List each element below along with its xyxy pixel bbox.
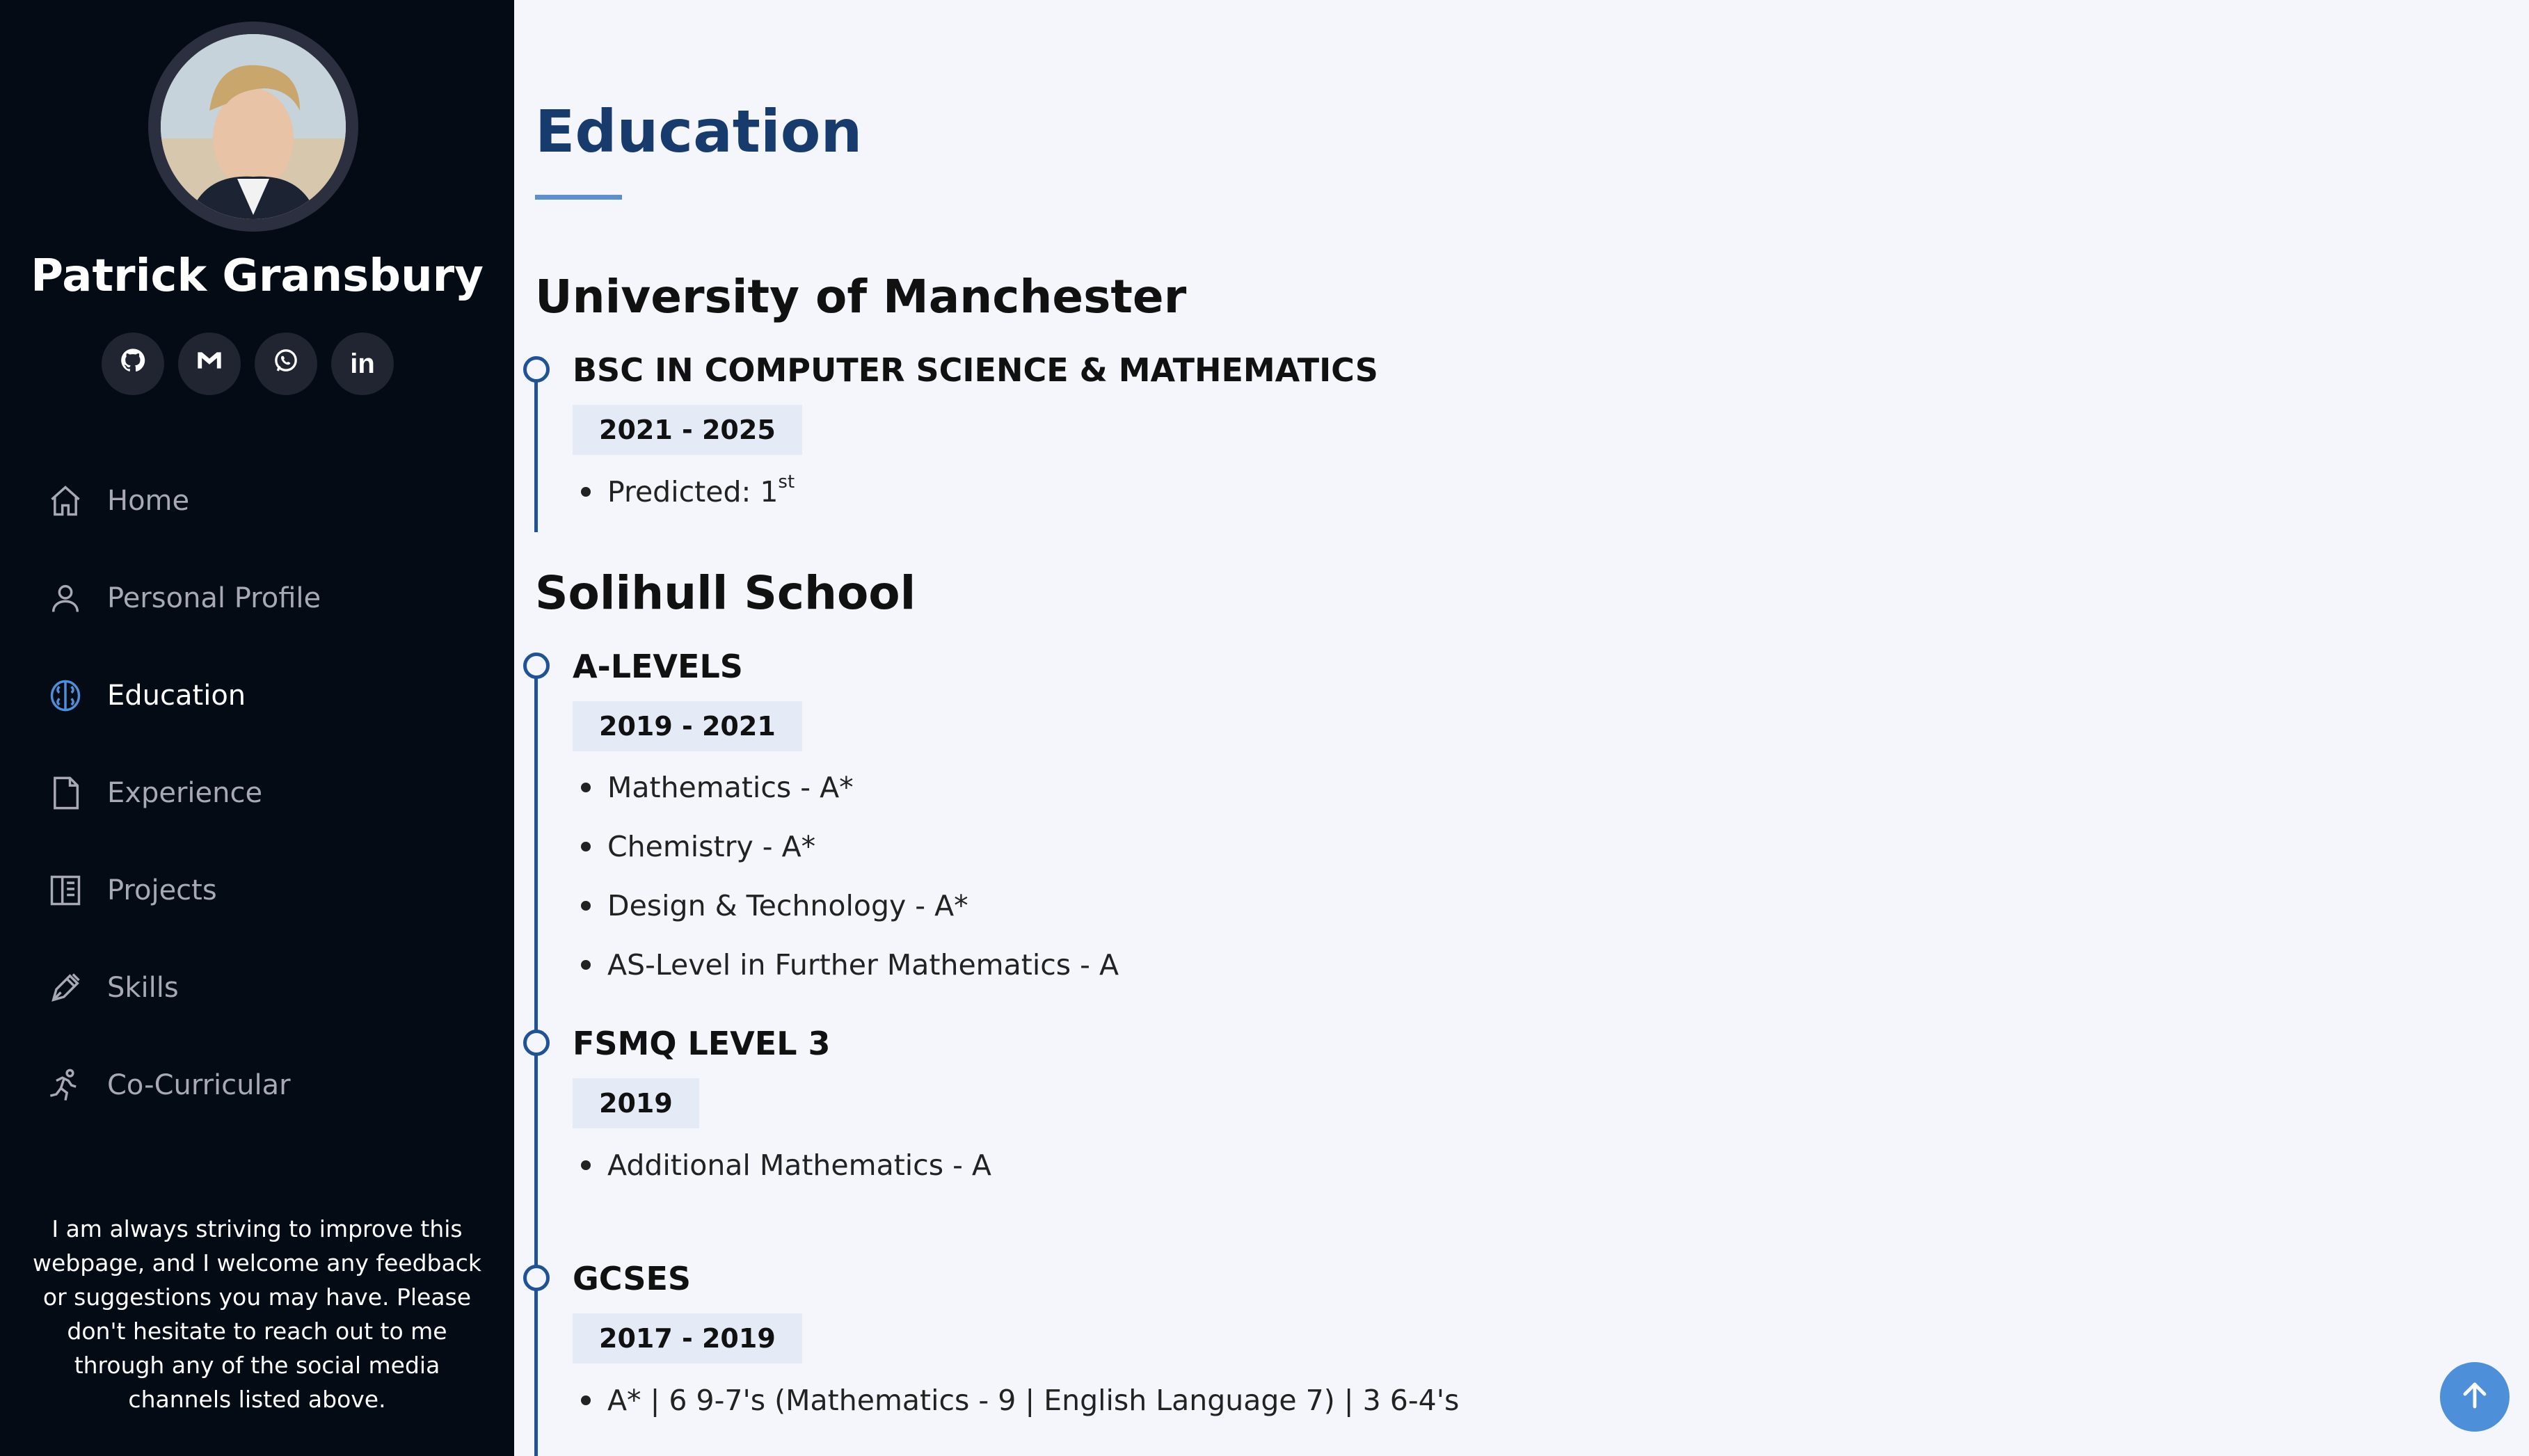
main-nav: Home Personal Profile Education Experien…	[0, 452, 514, 1134]
nav-item-label: Projects	[107, 874, 217, 906]
nav-item-label: Education	[107, 680, 246, 712]
list-item: A* | 6 9-7's (Mathematics - 9 | English …	[581, 1384, 1459, 1417]
timeline-dot	[523, 1030, 550, 1056]
gmail-icon	[196, 346, 223, 381]
github-icon	[119, 346, 147, 381]
date-badge: 2019	[573, 1078, 699, 1128]
brain-icon	[46, 676, 85, 715]
avatar	[161, 34, 346, 219]
list-item-text: Mathematics - A*	[607, 771, 854, 804]
nav-item-label: Personal Profile	[107, 582, 321, 614]
timeline-dot	[523, 653, 550, 679]
date-badge: 2017 - 2019	[573, 1313, 802, 1363]
profile-name: Patrick Gransbury	[31, 250, 484, 302]
list-item-text: Design & Technology - A*	[607, 889, 968, 922]
qualification-title: BSc in Computer Science & Mathematics	[573, 351, 1378, 389]
nav-item-label: Skills	[107, 972, 179, 1004]
list-item-text: A* | 6 9-7's (Mathematics - 9 | English …	[607, 1384, 1460, 1417]
linkedin-icon: in	[350, 348, 375, 379]
list-item: Design & Technology - A*	[581, 889, 968, 922]
book-icon	[46, 871, 85, 910]
house-icon	[46, 481, 85, 520]
nav-item-projects[interactable]: Projects	[0, 842, 514, 939]
nav-item-label: Experience	[107, 777, 263, 809]
timeline-line	[534, 369, 538, 532]
pen-icon	[46, 968, 85, 1007]
gmail-link[interactable]	[178, 333, 241, 395]
document-icon	[46, 774, 85, 813]
ordinal-suffix: st	[778, 472, 795, 493]
timeline-dot	[523, 1265, 550, 1291]
nav-item-education[interactable]: Education	[0, 647, 514, 744]
qualification-title: GCSEs	[573, 1260, 692, 1297]
date-badge: 2021 - 2025	[573, 405, 802, 455]
back-to-top-button[interactable]	[2440, 1362, 2510, 1432]
nav-item-experience[interactable]: Experience	[0, 744, 514, 842]
sidebar: Patrick Gransbury in Home Personal Profi…	[0, 0, 514, 1456]
list-item: Chemistry - A*	[581, 830, 815, 863]
list-item: Mathematics - A*	[581, 771, 854, 804]
timeline-line	[534, 666, 538, 1456]
school-name: University of Manchester	[535, 270, 1187, 323]
qualification-title: A-Levels	[573, 648, 743, 685]
timeline-dot	[523, 356, 550, 383]
linkedin-link[interactable]: in	[331, 333, 394, 395]
avatar-frame	[148, 22, 358, 232]
social-links: in	[102, 333, 394, 395]
running-person-icon	[46, 1066, 85, 1105]
main-content: Education University of Manchester BSc i…	[514, 0, 2529, 1456]
nav-item-label: Co-Curricular	[107, 1069, 291, 1101]
list-item: Predicted: 1st	[581, 472, 795, 509]
title-underline	[535, 195, 622, 200]
nav-item-skills[interactable]: Skills	[0, 939, 514, 1037]
nav-item-label: Home	[107, 485, 190, 517]
arrow-up-icon	[2458, 1379, 2491, 1416]
page-title: Education	[535, 97, 863, 166]
feedback-note: I am always striving to improve this web…	[33, 1215, 481, 1413]
nav-item-home[interactable]: Home	[0, 452, 514, 550]
whatsapp-link[interactable]	[255, 333, 317, 395]
github-link[interactable]	[102, 333, 164, 395]
list-item: Additional Mathematics - A	[581, 1149, 991, 1182]
school-name: Solihull School	[535, 566, 916, 620]
qualification-title: FSMQ Level 3	[573, 1025, 831, 1062]
list-item-text: Predicted: 1	[607, 475, 779, 509]
list-item-text: Chemistry - A*	[607, 830, 816, 863]
list-item-text: AS-Level in Further Mathematics - A	[607, 948, 1119, 982]
list-item-text: Additional Mathematics - A	[607, 1149, 991, 1182]
nav-item-co-curricular[interactable]: Co-Curricular	[0, 1037, 514, 1134]
list-item: AS-Level in Further Mathematics - A	[581, 948, 1119, 982]
person-icon	[46, 579, 85, 618]
date-badge: 2019 - 2021	[573, 701, 802, 751]
whatsapp-icon	[272, 346, 300, 381]
nav-item-personal-profile[interactable]: Personal Profile	[0, 550, 514, 647]
